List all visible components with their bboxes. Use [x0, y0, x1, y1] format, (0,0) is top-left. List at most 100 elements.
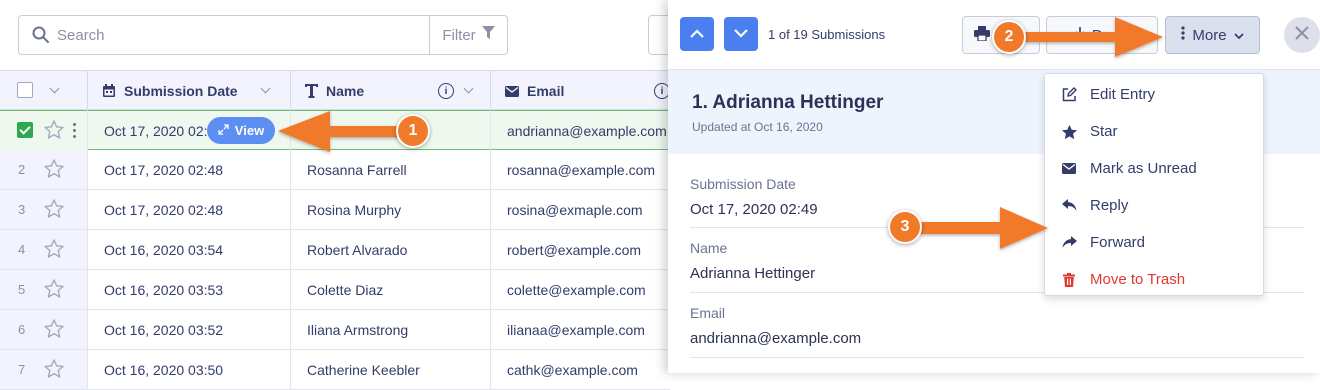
download-icon	[1073, 26, 1086, 44]
cell-email: rosanna@example.com	[507, 161, 656, 178]
menu-item-mark-unread[interactable]: Mark as Unread	[1045, 150, 1263, 187]
table-row[interactable]: Oct 17, 2020 02:49 andrianna@example.com	[0, 110, 670, 150]
table-row[interactable]: 5 Oct 16, 2020 03:53 Colette Diaz colett…	[0, 270, 670, 310]
field-value: Oct 17, 2020 02:49	[690, 201, 818, 218]
search-icon	[31, 25, 51, 45]
chevron-up-icon	[690, 25, 704, 43]
star-icon[interactable]	[44, 159, 64, 181]
star-icon[interactable]	[44, 359, 64, 381]
select-all-checkbox[interactable]	[17, 82, 33, 98]
chevron-down-icon[interactable]	[463, 83, 474, 94]
text-type-icon	[305, 84, 318, 98]
chevron-down-icon[interactable]	[49, 83, 60, 94]
row-controls: 4	[0, 230, 88, 269]
cell-date: Oct 16, 2020 03:53	[88, 270, 291, 309]
header-email[interactable]: Email i	[491, 71, 670, 111]
table-row[interactable]: 3 Oct 17, 2020 02:48 Rosina Murphy rosin…	[0, 190, 670, 230]
row-controls	[0, 111, 88, 150]
reply-icon	[1060, 199, 1078, 212]
chevron-down-icon	[734, 25, 748, 43]
header-name[interactable]: Name i	[291, 71, 491, 111]
menu-item-reply[interactable]: Reply	[1045, 187, 1263, 224]
row-number: 3	[18, 202, 26, 217]
row-number: 2	[18, 162, 26, 177]
kebab-icon	[1181, 26, 1186, 44]
row-number: 7	[18, 362, 26, 377]
row-number: 4	[18, 242, 26, 257]
table-row[interactable]: 2 Oct 17, 2020 02:48 Rosanna Farrell ros…	[0, 150, 670, 190]
next-submission-button[interactable]	[724, 17, 758, 51]
info-icon[interactable]: i	[438, 83, 454, 99]
row-menu-icon[interactable]	[73, 123, 77, 138]
download-button[interactable]: Down	[1046, 16, 1158, 54]
view-label: View	[234, 123, 265, 138]
filter-button[interactable]: Filter	[429, 16, 507, 54]
filter-icon	[481, 26, 495, 44]
cell-date: Oct 16, 2020 03:52	[88, 310, 291, 349]
cell-email: rosina@exmaple.com	[507, 201, 643, 218]
close-icon	[1294, 25, 1310, 46]
forward-icon	[1060, 236, 1078, 249]
menu-item-label: Edit Entry	[1090, 86, 1156, 103]
entry-updated-at: Updated at Oct 16, 2020	[692, 120, 823, 134]
cell-name: Rosanna Farrell	[291, 150, 491, 189]
star-icon[interactable]	[44, 120, 64, 142]
header-label: Email	[527, 83, 565, 99]
trash-icon	[1060, 272, 1078, 287]
cell-email: andrianna@example.com	[507, 122, 667, 139]
menu-item-label: Reply	[1090, 197, 1129, 214]
row-controls: 2	[0, 150, 88, 189]
menu-item-label: Star	[1090, 123, 1118, 140]
calendar-icon	[102, 84, 116, 98]
cell-name: Catherine Keebler	[291, 350, 491, 389]
field-email: Email andrianna@example.com	[690, 293, 1304, 358]
search-box: Filter	[18, 15, 508, 55]
search-input[interactable]	[57, 17, 397, 53]
menu-item-edit-entry[interactable]: Edit Entry	[1045, 76, 1263, 113]
menu-item-move-to-trash[interactable]: Move to Trash	[1045, 261, 1263, 298]
header-label: Submission Date	[124, 83, 238, 99]
header-submission-date[interactable]: Submission Date	[88, 71, 291, 111]
star-icon[interactable]	[44, 319, 64, 341]
star-icon[interactable]	[44, 279, 64, 301]
envelope-icon	[505, 85, 519, 97]
cell-name: Rosina Murphy	[291, 190, 491, 229]
more-label: More	[1192, 26, 1227, 44]
header-controls	[0, 71, 88, 111]
cell-date: Oct 16, 2020 03:54	[88, 230, 291, 269]
step-badge-3: 3	[888, 210, 922, 244]
field-label: Name	[690, 240, 728, 256]
field-label: Submission Date	[690, 176, 796, 192]
step-badge-2: 2	[992, 20, 1026, 54]
table-toolbar: Filter	[0, 0, 670, 70]
previous-submission-button[interactable]	[680, 17, 714, 51]
star-icon[interactable]	[44, 199, 64, 221]
star-icon[interactable]	[44, 239, 64, 261]
close-panel-button[interactable]	[1284, 17, 1320, 53]
menu-item-star[interactable]: Star	[1045, 113, 1263, 150]
row-controls: 7	[0, 350, 88, 389]
row-checkbox[interactable]	[17, 122, 33, 138]
menu-item-forward[interactable]: Forward	[1045, 224, 1263, 261]
edit-icon	[1060, 87, 1078, 102]
more-button[interactable]: More	[1165, 16, 1260, 54]
cell-date: Oct 17, 2020 02:48	[88, 190, 291, 229]
more-dropdown-menu: Edit Entry Star Mark as Unread Reply For…	[1044, 73, 1264, 296]
submissions-table-area: Filter Submission Date	[0, 0, 688, 390]
download-label: Down	[1091, 26, 1131, 44]
step-badge-1: 1	[396, 114, 430, 148]
chevron-down-icon[interactable]	[260, 83, 271, 94]
cell-date: Oct 16, 2020 03:50	[88, 350, 291, 389]
cell-email: colette@example.com	[507, 281, 646, 298]
expand-icon	[218, 123, 229, 138]
view-button[interactable]: View	[207, 117, 275, 144]
table-row[interactable]: 7 Oct 16, 2020 03:50 Catherine Keebler c…	[0, 350, 670, 390]
row-controls: 5	[0, 270, 88, 309]
star-icon	[1060, 124, 1078, 140]
table-row[interactable]: 6 Oct 16, 2020 03:52 Iliana Armstrong il…	[0, 310, 670, 350]
table-row[interactable]: 4 Oct 16, 2020 03:54 Robert Alvarado rob…	[0, 230, 670, 270]
submissions-table: Submission Date Name i Email i Oct 17, 2…	[0, 70, 670, 390]
menu-item-label: Forward	[1090, 234, 1146, 251]
table-header: Submission Date Name i Email i	[0, 70, 670, 111]
cell-name: Iliana Armstrong	[291, 310, 491, 349]
